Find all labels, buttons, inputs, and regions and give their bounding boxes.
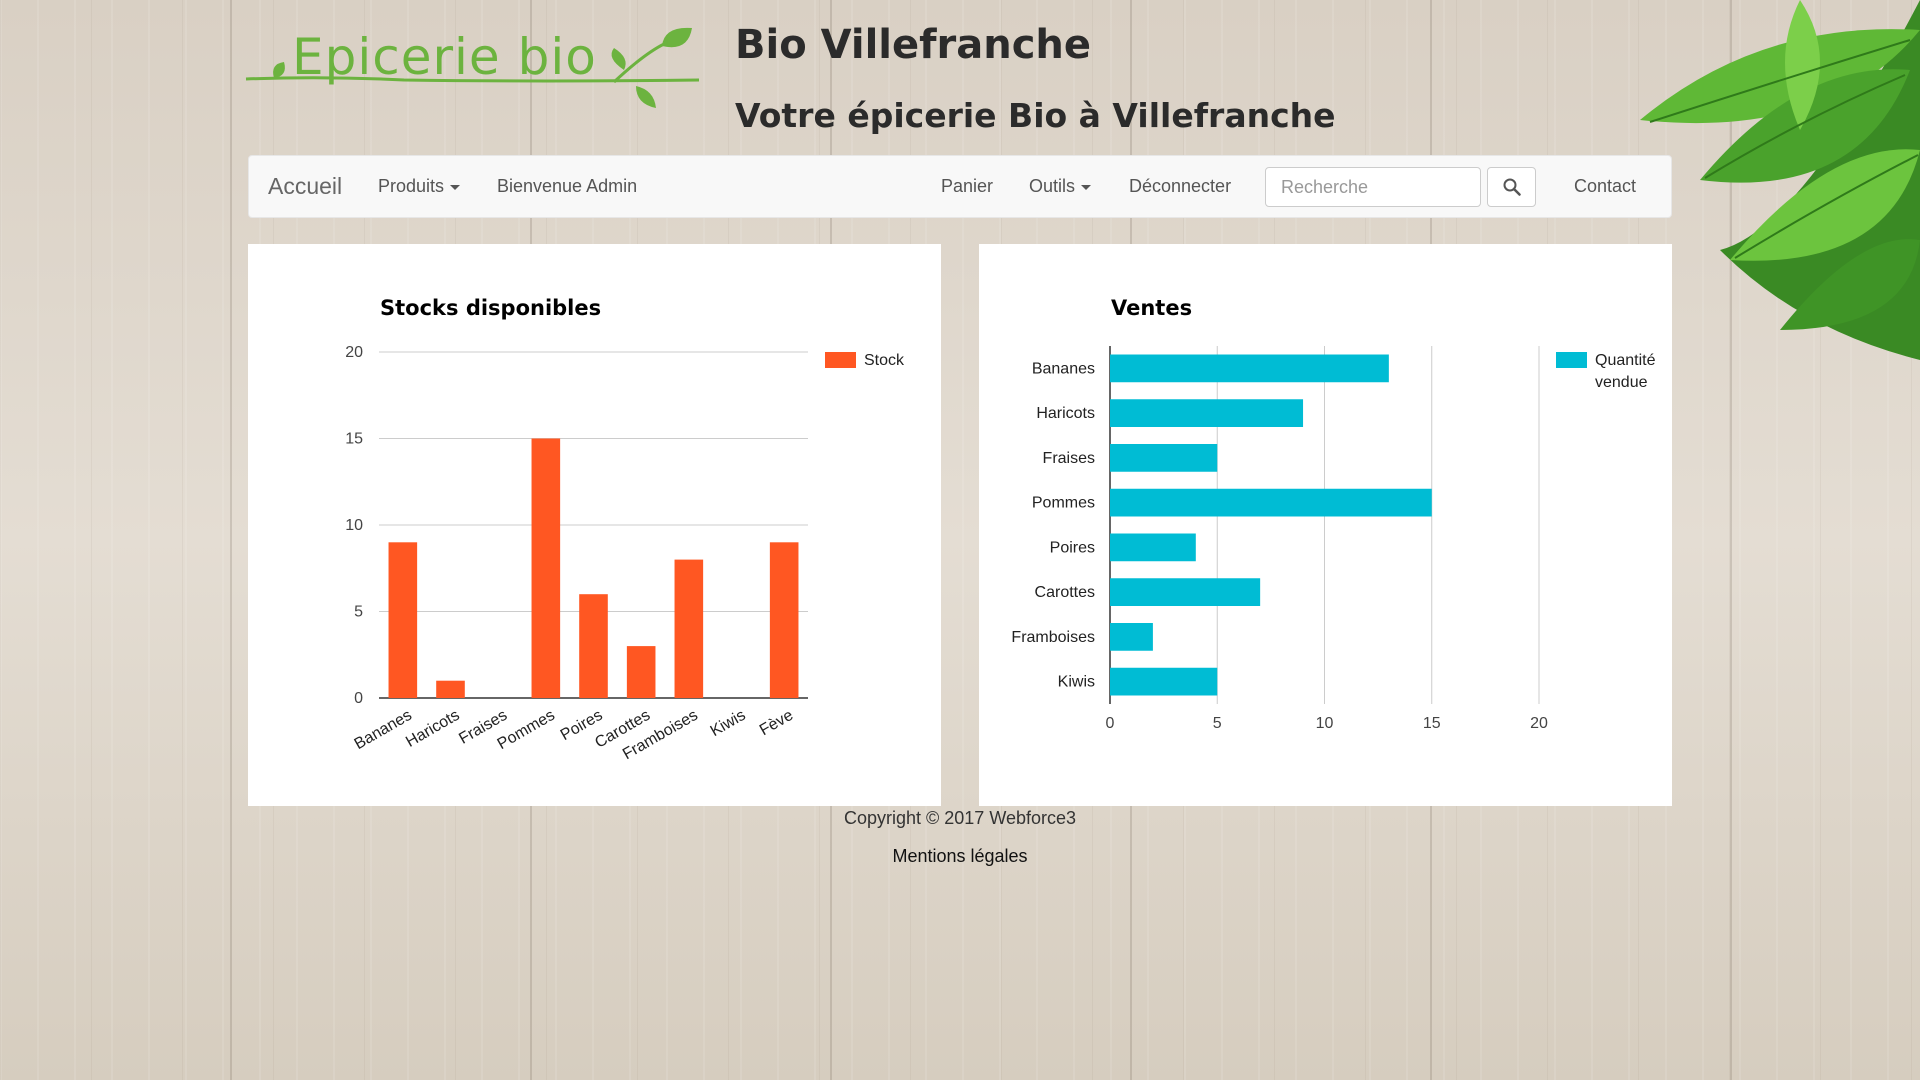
x-tick-label: 0: [1106, 715, 1115, 732]
legend-label-line: Quantité: [1595, 352, 1656, 369]
y-tick-label: Fraises: [1043, 450, 1095, 467]
nav-dropdown-outils[interactable]: Outils: [1029, 156, 1092, 217]
y-tick-label: Haricots: [1036, 405, 1095, 422]
nav-link-contact[interactable]: Contact: [1574, 156, 1636, 217]
search-input[interactable]: [1265, 167, 1481, 207]
x-tick-label: Fève: [757, 707, 796, 740]
caret-down-icon: [1081, 184, 1092, 190]
bar-stock-haricots: [436, 680, 465, 698]
y-tick-label: Pommes: [1032, 495, 1095, 512]
bar-stock-framboises: [674, 559, 704, 698]
legend-label-line: vendue: [1595, 374, 1648, 391]
x-tick-label: Kiwis: [708, 707, 749, 740]
x-tick-label: Haricots: [403, 707, 462, 751]
legend-label-stock: Stock: [864, 352, 905, 369]
stocks-bar-chart: Stocks disponibles 0 5 10 15 20 BananesHaricot…: [345, 296, 905, 763]
y-tick-label: Bananes: [1032, 360, 1095, 377]
y-tick-label: 5: [354, 604, 363, 621]
logo-text: Epicerie bio: [292, 28, 597, 86]
y-tick-label: 20: [345, 344, 363, 361]
x-tick-label: 5: [1213, 715, 1222, 732]
bar-ventes-fraises: [1110, 444, 1218, 472]
bar-ventes-poires: [1110, 533, 1196, 562]
legend-label-ventes: Quantité vendue: [1595, 352, 1656, 391]
chart-title: Stocks disponibles: [380, 296, 601, 320]
y-tick-label: 10: [345, 517, 363, 534]
bar-stock-fève: [769, 542, 799, 698]
search-icon: [1503, 178, 1521, 196]
stocks-chart-panel: Stocks disponibles 0 5 10 15 20 Bananes Haricot…: [248, 244, 941, 806]
bar-stock-poires: [579, 594, 608, 698]
bar-ventes-framboises: [1110, 623, 1153, 651]
y-tick-label: 15: [345, 431, 363, 448]
x-tick-label: 15: [1423, 715, 1441, 732]
footer-legal-link[interactable]: Mentions légales: [0, 846, 1920, 867]
legend-swatch-ventes: [1556, 352, 1587, 368]
chart-title: Ventes: [1111, 296, 1192, 320]
x-tick-label: 20: [1530, 715, 1548, 732]
y-tick-label: Carottes: [1035, 584, 1095, 601]
caret-down-icon: [450, 184, 461, 190]
navbar: Accueil Produits Bienvenue Admin Panier …: [248, 155, 1672, 218]
nav-link-deconnecter[interactable]: Déconnecter: [1129, 156, 1231, 217]
footer-copyright: Copyright © 2017 Webforce3: [843, 808, 1077, 828]
bar-ventes-bananes: [1110, 354, 1389, 383]
bar-ventes-haricots: [1110, 399, 1304, 427]
nav-link-panier[interactable]: Panier: [941, 156, 993, 217]
x-tick-label: 10: [1316, 715, 1334, 732]
y-tick-label: 0: [354, 690, 363, 707]
nav-dropdown-produits[interactable]: Produits: [378, 156, 461, 217]
nav-welcome-text: Bienvenue Admin: [497, 176, 638, 196]
y-tick-label: Poires: [1050, 539, 1095, 556]
bar-ventes-carottes: [1110, 578, 1261, 606]
site-title: Bio Villefranche: [735, 22, 1092, 68]
bar-stock-bananes: [388, 542, 418, 698]
ventes-bar-chart: Ventes 0 5 10 15 20 Bananes Haricots Fraises Pomm…: [1011, 296, 1656, 732]
bar-stock-carottes: [626, 646, 656, 698]
bar-stock-pommes: [531, 438, 561, 698]
legend-swatch-stock: [825, 352, 856, 368]
nav-brand-accueil[interactable]: Accueil: [268, 156, 342, 217]
y-tick-label: Framboises: [1011, 629, 1095, 646]
bar-ventes-pommes: [1110, 488, 1432, 517]
ventes-chart-panel: Ventes 0 5 10 15 20 Bananes Haricots Fraises Pomm…: [979, 244, 1672, 806]
y-tick-label: Kiwis: [1058, 674, 1095, 691]
bar-ventes-kiwis: [1110, 667, 1218, 696]
x-tick-label: Bananes: [352, 707, 415, 753]
logo[interactable]: Epicerie bio: [244, 24, 704, 114]
site-subtitle: Votre épicerie Bio à Villefranche: [735, 96, 1336, 135]
nav-outils-label: Outils: [1029, 176, 1076, 196]
search-button[interactable]: [1487, 167, 1536, 207]
nav-produits-label: Produits: [378, 176, 445, 196]
